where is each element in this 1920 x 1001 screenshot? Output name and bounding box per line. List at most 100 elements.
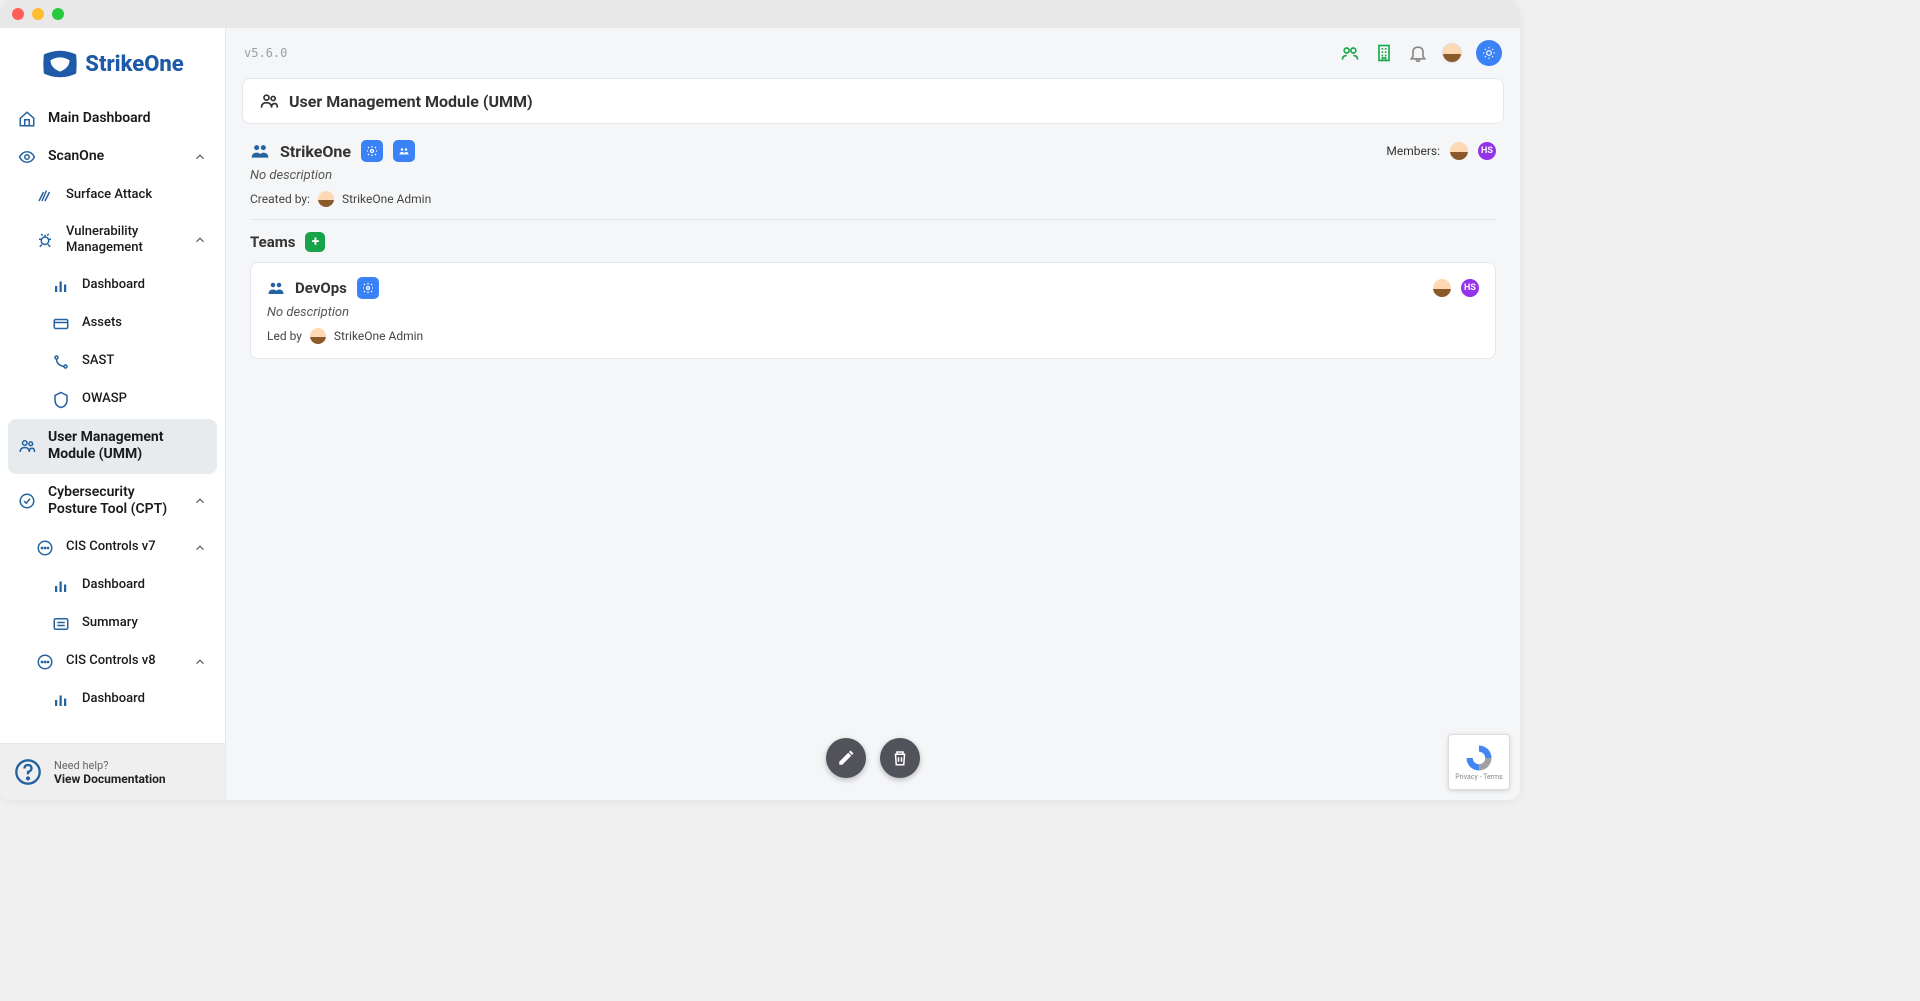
sidebar-item-label: Dashboard — [82, 577, 207, 593]
org-settings-button[interactable] — [361, 140, 383, 162]
card-icon — [52, 315, 70, 333]
window-titlebar — [0, 0, 1520, 28]
fab-row — [826, 738, 920, 778]
chevron-up-icon — [193, 494, 207, 508]
team-member-initials[interactable]: HS — [1461, 279, 1479, 297]
sidebar-item-cis8-dashboard[interactable]: Dashboard — [8, 681, 217, 719]
team-card[interactable]: DevOps HS No description Led by StrikeOn… — [250, 262, 1496, 359]
sidebar-item-label: SAST — [82, 353, 207, 369]
help-question: Need help? — [54, 759, 166, 772]
chevron-up-icon — [193, 233, 207, 247]
delete-fab-button[interactable] — [880, 738, 920, 778]
sidebar-item-cis7-summary[interactable]: Summary — [8, 605, 217, 643]
sidebar-item-cis7-dashboard[interactable]: Dashboard — [8, 567, 217, 605]
list-icon — [52, 615, 70, 633]
dots-circle-icon — [36, 653, 54, 671]
sidebar-item-label: Dashboard — [82, 691, 207, 707]
sidebar-item-umm[interactable]: User Management Module (UMM) — [8, 419, 217, 474]
chevron-up-icon — [193, 541, 207, 555]
eye-icon — [18, 148, 36, 166]
created-by-name: StrikeOne Admin — [342, 192, 431, 206]
sidebar-item-sast[interactable]: SAST — [8, 343, 217, 381]
org-header: StrikeOne Members: HS — [250, 140, 1496, 162]
add-team-button[interactable]: + — [305, 232, 325, 252]
users-icon — [18, 437, 36, 455]
sidebar-item-surface-attack[interactable]: Surface Attack — [8, 176, 217, 214]
sidebar-item-cis8[interactable]: CIS Controls v8 — [8, 643, 217, 681]
sidebar-item-cis7[interactable]: CIS Controls v7 — [8, 529, 217, 567]
user-avatar[interactable] — [1442, 43, 1462, 63]
sidebar-item-label: Cybersecurity Posture Tool (CPT) — [48, 484, 181, 519]
member-avatar-initials[interactable]: HS — [1478, 142, 1496, 160]
home-icon — [18, 110, 36, 128]
creator-avatar — [318, 191, 334, 207]
chevron-up-icon — [193, 655, 207, 669]
help-box[interactable]: Need help? View Documentation — [0, 743, 225, 800]
sidebar-item-label: OWASP — [82, 391, 207, 407]
users-icon — [259, 91, 279, 111]
team-name: DevOps — [295, 279, 347, 297]
team-description: No description — [267, 305, 1479, 320]
nav: Main Dashboard ScanOne Surface Attack Vu… — [0, 100, 225, 743]
users-status-icon[interactable] — [1340, 43, 1360, 63]
member-avatar[interactable] — [1450, 142, 1468, 160]
teams-label: Teams — [250, 233, 295, 251]
strikeone-icon — [41, 50, 79, 78]
dots-circle-icon — [36, 539, 54, 557]
close-window-icon[interactable] — [12, 8, 24, 20]
theme-toggle-button[interactable] — [1476, 40, 1502, 66]
people-icon — [250, 141, 270, 161]
help-icon — [14, 758, 42, 786]
chart-icon — [52, 577, 70, 595]
created-by-row: Created by: StrikeOne Admin — [250, 191, 1496, 220]
org-name: StrikeOne — [280, 142, 351, 161]
team-member-avatar[interactable] — [1433, 279, 1451, 297]
led-by-label: Led by — [267, 329, 302, 343]
minimize-window-icon[interactable] — [32, 8, 44, 20]
main-content: v5.6.0 User Management Module (UMM) Stri… — [226, 28, 1520, 800]
code-icon — [52, 353, 70, 371]
sidebar-item-label: User Management Module (UMM) — [48, 429, 207, 464]
maximize-window-icon[interactable] — [52, 8, 64, 20]
building-icon[interactable] — [1374, 43, 1394, 63]
recaptcha-text: Privacy - Terms — [1455, 773, 1503, 781]
brand-logo[interactable]: StrikeOne — [0, 28, 225, 100]
page-header: User Management Module (UMM) — [242, 78, 1504, 124]
sidebar-item-label: Main Dashboard — [48, 110, 207, 128]
recaptcha-icon — [1464, 743, 1494, 773]
members-label: Members: — [1386, 144, 1440, 158]
sidebar-item-label: Vulnerability Management — [66, 224, 181, 257]
sidebar-item-cpt[interactable]: Cybersecurity Posture Tool (CPT) — [8, 474, 217, 529]
sidebar-item-assets[interactable]: Assets — [8, 305, 217, 343]
sidebar-item-label: CIS Controls v8 — [66, 653, 181, 669]
led-by-row: Led by StrikeOne Admin — [267, 328, 1479, 344]
sidebar-item-vuln-mgmt[interactable]: Vulnerability Management — [8, 214, 217, 267]
team-settings-button[interactable] — [357, 277, 379, 299]
help-link: View Documentation — [54, 772, 166, 786]
bell-icon[interactable] — [1408, 43, 1428, 63]
teams-header: Teams + — [250, 232, 1496, 252]
topbar: v5.6.0 — [226, 28, 1520, 78]
sidebar-item-label: ScanOne — [48, 148, 181, 166]
version-label: v5.6.0 — [244, 46, 287, 60]
sidebar-item-main-dashboard[interactable]: Main Dashboard — [8, 100, 217, 138]
sidebar-item-label: CIS Controls v7 — [66, 539, 181, 555]
lead-avatar — [310, 328, 326, 344]
people-icon — [267, 279, 285, 297]
check-circle-icon — [18, 492, 36, 510]
bug-icon — [36, 231, 54, 249]
sidebar-item-vm-dashboard[interactable]: Dashboard — [8, 267, 217, 305]
sidebar-item-label: Surface Attack — [66, 187, 207, 203]
sidebar-item-owasp[interactable]: OWASP — [8, 381, 217, 419]
recaptcha-badge[interactable]: Privacy - Terms — [1448, 734, 1510, 790]
sidebar-item-label: Summary — [82, 615, 207, 631]
sidebar-item-label: Assets — [82, 315, 207, 331]
edit-fab-button[interactable] — [826, 738, 866, 778]
sidebar-item-scanone[interactable]: ScanOne — [8, 138, 217, 176]
sidebar-item-label: Dashboard — [82, 277, 207, 293]
led-by-name: StrikeOne Admin — [334, 329, 423, 343]
page-title: User Management Module (UMM) — [289, 92, 533, 111]
org-members-button[interactable] — [393, 140, 415, 162]
chart-icon — [52, 691, 70, 709]
brand-name: StrikeOne — [85, 52, 183, 77]
